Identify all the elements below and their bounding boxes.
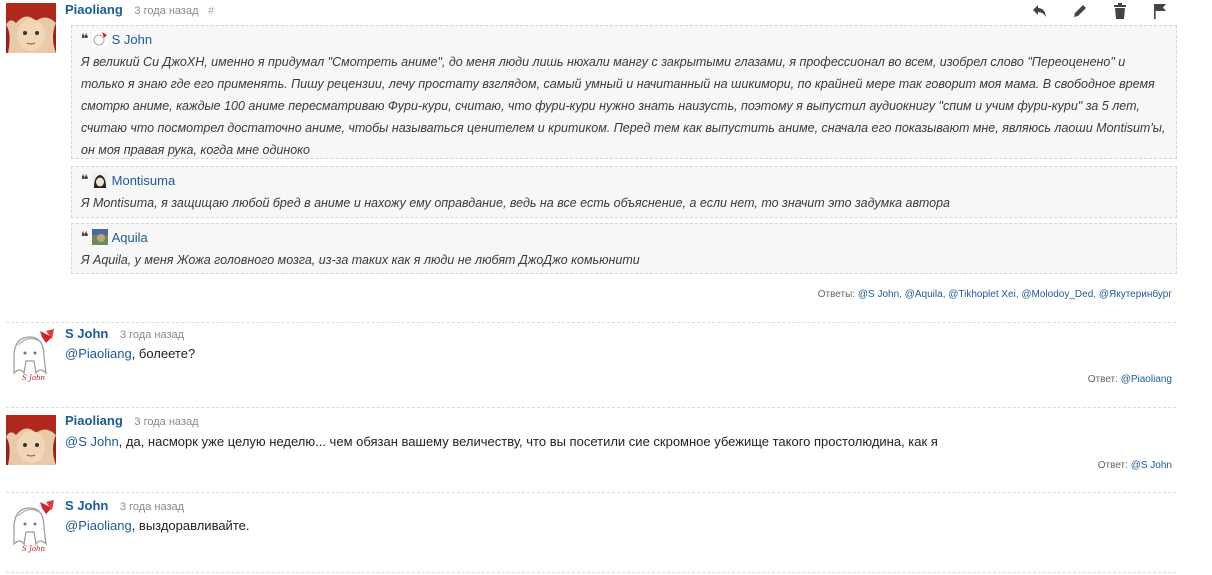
timestamp[interactable]: 3 года назад xyxy=(134,5,198,17)
divider xyxy=(6,407,1176,408)
comment-meta: Piaoliang 3 года назад xyxy=(65,413,198,428)
comment-body: @Piaoliang, выздоравливайте. xyxy=(65,518,249,533)
comment-body: @Piaoliang, болеете? xyxy=(65,346,195,361)
reply-icon xyxy=(1033,5,1046,17)
quote-block: ❝ Aquila Я Aquila, у меня Жожа головного… xyxy=(71,223,1177,274)
comment: S John S John 3 года назад @Piaoliang, б… xyxy=(0,324,1212,394)
author-name[interactable]: S John xyxy=(65,498,108,513)
replies-label: Ответ: xyxy=(1097,460,1128,471)
quote-avatar-sjohn[interactable] xyxy=(91,31,108,47)
comment-meta: Piaoliang 3 года назад # xyxy=(65,2,214,17)
reply-link[interactable]: @S John xyxy=(1131,460,1172,471)
comment: S John S John 3 года назад @Piaoliang, в… xyxy=(0,495,1212,570)
avatar-sjohn[interactable]: S John xyxy=(6,327,56,382)
reply-link[interactable]: @Piaoliang xyxy=(1121,374,1172,385)
svg-text:S John: S John xyxy=(22,545,46,553)
quote-author[interactable]: Montisuma xyxy=(112,173,176,188)
divider xyxy=(6,492,1176,493)
reply-button[interactable] xyxy=(1030,2,1050,20)
quote-text: Я Aquila, у меня Жожа головного мозга, и… xyxy=(81,253,640,267)
quote-block: ❝ S John Я великий Си ДжоХН, именно я пр… xyxy=(71,25,1177,159)
comment: Piaoliang 3 года назад @S John, да, насм… xyxy=(0,410,1212,480)
pencil-icon xyxy=(1074,5,1086,17)
comment-meta: S John 3 года назад xyxy=(65,326,184,341)
timestamp[interactable]: 3 года назад xyxy=(120,329,184,341)
replies-label: Ответ: xyxy=(1087,374,1118,385)
quote-header: ❝ Aquila xyxy=(81,228,1167,246)
avatar-piaoliang[interactable] xyxy=(6,415,56,465)
reply-link[interactable]: @Molodoy_Ded xyxy=(1021,289,1093,300)
delete-button[interactable] xyxy=(1110,2,1130,20)
reply-link[interactable]: @Aquila xyxy=(905,289,943,300)
reply-link[interactable]: @S John xyxy=(858,289,899,300)
permalink-hash[interactable]: # xyxy=(208,5,214,17)
quote-author[interactable]: S John xyxy=(112,32,152,47)
author-name[interactable]: S John xyxy=(65,326,108,341)
author-name[interactable]: Piaoliang xyxy=(65,413,123,428)
timestamp[interactable]: 3 года назад xyxy=(134,416,198,428)
quote-text: Я Montisuma, я защищаю любой бред в аним… xyxy=(81,196,950,210)
avatar-image: S John xyxy=(6,327,56,382)
replies-line: Ответ: @Piaoliang xyxy=(1088,374,1172,385)
comment-text: , да, насморк уже целую неделю... чем об… xyxy=(118,434,938,449)
quote-mark-icon: ❝ xyxy=(81,172,89,187)
edit-button[interactable] xyxy=(1070,2,1090,20)
avatar-image xyxy=(6,3,56,53)
report-button[interactable] xyxy=(1150,2,1170,20)
comment-text: , болеете? xyxy=(131,346,196,361)
quote-header: ❝ Montisuma xyxy=(81,171,1167,189)
mention-link[interactable]: @Piaoliang xyxy=(65,346,132,361)
reply-link[interactable]: @Tikhoplet Xei xyxy=(948,289,1016,300)
comment: Piaoliang 3 года назад # ❝ S John Я вели… xyxy=(0,0,1212,310)
replies-line: Ответ: @S John xyxy=(1098,460,1172,471)
svg-text:S John: S John xyxy=(22,374,46,382)
comment-body: @S John, да, насморк уже целую неделю...… xyxy=(65,434,938,449)
divider xyxy=(6,322,1176,323)
quote-avatar-aquila[interactable] xyxy=(91,229,108,245)
mention-link[interactable]: @S John xyxy=(65,434,119,449)
avatar-sjohn[interactable]: S John xyxy=(6,498,56,553)
quote-header: ❝ S John xyxy=(81,30,1167,48)
quote-block: ❝ Montisuma Я Montisuma, я защищаю любой… xyxy=(71,166,1177,218)
mention-link[interactable]: @Piaoliang xyxy=(65,518,132,533)
divider xyxy=(6,572,1176,573)
comment-meta: S John 3 года назад xyxy=(65,498,184,513)
comment-actions xyxy=(1030,2,1170,20)
author-name[interactable]: Piaoliang xyxy=(65,2,123,17)
flag-icon xyxy=(1154,4,1166,19)
quote-mark-icon: ❝ xyxy=(81,31,89,46)
quote-mark-icon: ❝ xyxy=(81,229,89,244)
comment-text: , выздоравливайте. xyxy=(131,518,250,533)
avatar-image xyxy=(6,415,56,465)
quote-avatar-montisuma[interactable] xyxy=(91,172,108,188)
replies-label: Ответы: xyxy=(817,289,856,300)
replies-line: Ответы: @S John, @Aquila, @Tikhoplet Xei… xyxy=(817,289,1172,300)
avatar-image: S John xyxy=(6,498,56,553)
reply-link[interactable]: @Якутеринбург xyxy=(1099,289,1172,300)
quote-author[interactable]: Aquila xyxy=(112,230,148,245)
quote-text: Я великий Си ДжоХН, именно я придумал "С… xyxy=(81,55,1166,157)
timestamp[interactable]: 3 года назад xyxy=(120,501,184,513)
avatar-piaoliang[interactable] xyxy=(6,3,56,53)
trash-icon xyxy=(1114,3,1126,19)
